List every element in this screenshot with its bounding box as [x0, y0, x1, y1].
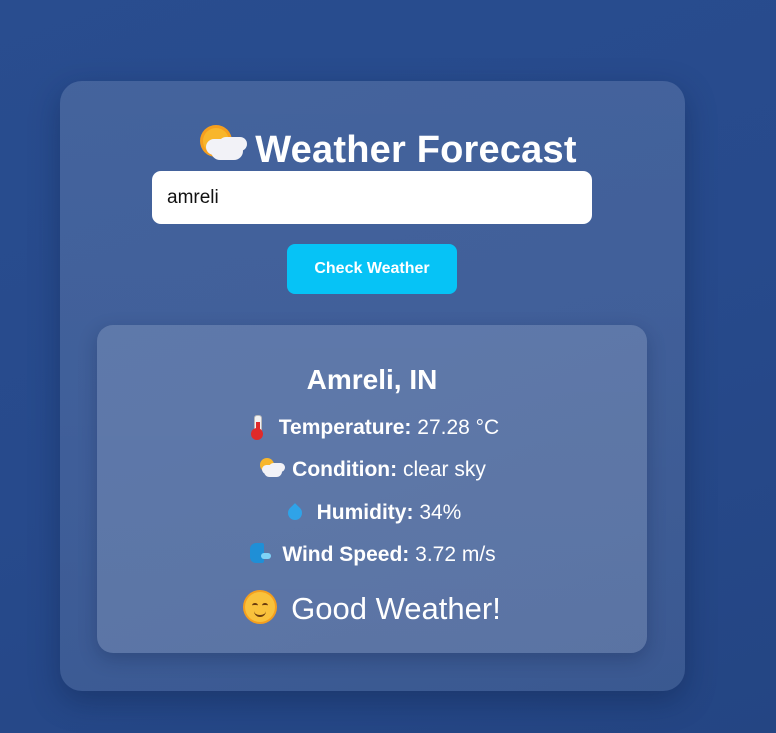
weather-verdict-text: Good Weather!	[291, 591, 501, 626]
page-title-text: Weather Forecast	[255, 129, 577, 171]
temperature-value: 27.28 °C	[417, 416, 500, 439]
smiling-face-icon	[243, 590, 277, 624]
humidity-row: Humidity: 34%	[97, 499, 647, 527]
sun-behind-cloud-icon	[199, 126, 244, 166]
temperature-label: Temperature:	[278, 416, 412, 439]
condition-row: Condition: clear sky	[97, 456, 647, 484]
wind-speed-row: Wind Speed: 3.72 m/s	[97, 541, 647, 569]
wind-face-icon	[248, 541, 272, 565]
check-weather-button[interactable]: Check Weather	[287, 244, 457, 294]
sun-behind-cloud-icon	[258, 456, 283, 480]
page-title: Weather Forecast	[0, 126, 776, 172]
thermometer-icon	[245, 414, 269, 440]
wind-speed-label: Wind Speed:	[282, 543, 410, 566]
city-search-input[interactable]	[152, 171, 592, 224]
page: { "app": { "title": "Weather Forecast", …	[0, 0, 776, 733]
humidity-label: Humidity:	[316, 501, 414, 524]
wind-speed-value: 3.72 m/s	[415, 543, 496, 566]
weather-verdict: Good Weather!	[97, 589, 647, 629]
condition-value: clear sky	[402, 458, 486, 481]
humidity-value: 34%	[419, 501, 462, 524]
droplet-icon	[283, 499, 307, 523]
city-name: Amreli, IN	[306, 364, 438, 395]
condition-label: Condition:	[292, 458, 398, 481]
temperature-row: Temperature: 27.28 °C	[97, 414, 647, 442]
